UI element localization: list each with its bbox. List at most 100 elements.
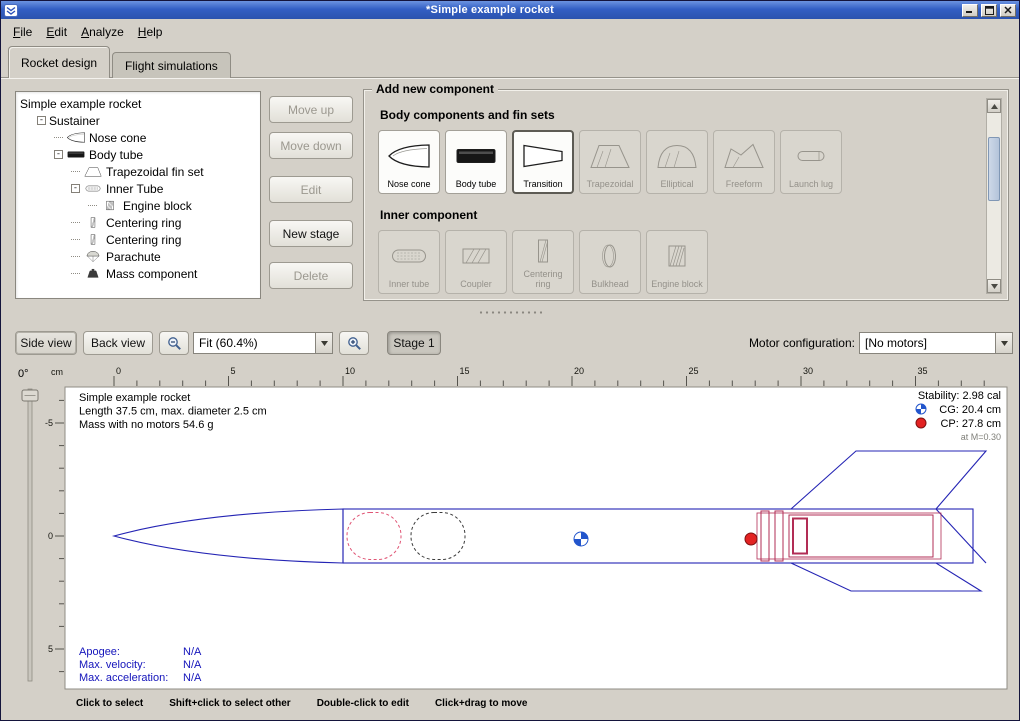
flight-stat-label: Max. acceleration: (79, 672, 168, 684)
add-centering-ring-button: Centering ring (512, 230, 574, 294)
horizontal-ruler: 05101520253035cm (51, 366, 984, 386)
zoom-out-button[interactable] (159, 331, 189, 355)
component-button-row: Nose cone Body tube TransitionTrapezoidal E… (378, 130, 994, 194)
engine-block-icon (654, 236, 700, 276)
menu-analyze[interactable]: Analyze (74, 22, 131, 42)
parachute-icon (83, 250, 103, 263)
tree-item-body-tube[interactable]: - Body tube (16, 146, 260, 163)
tree-item-parachute[interactable]: Parachute (16, 248, 260, 265)
trapezoidal-fin-icon (587, 136, 633, 176)
centering-ring-icon (520, 236, 566, 266)
splitter-handle[interactable] (1, 308, 1019, 316)
rocket-drawing-area[interactable] (65, 387, 1007, 689)
zoom-select[interactable]: Fit (60.4%) (193, 332, 333, 354)
add-body-tube-button[interactable]: Body tube (445, 130, 507, 194)
rocket-info-line-0: Simple example rocket (79, 392, 190, 404)
elliptical-fin-icon (654, 136, 700, 176)
back-view-button[interactable]: Back view (83, 331, 153, 355)
mach-text: at M=0.30 (961, 432, 1001, 442)
tree-item-label: Body tube (89, 148, 143, 162)
coupler-icon (453, 236, 499, 276)
cg-marker[interactable] (574, 532, 588, 546)
flight-stat-value: N/A (183, 672, 202, 684)
rocket-info-line-1: Length 37.5 cm, max. diameter 2.5 cm (79, 406, 267, 418)
tab-bar: Rocket designFlight simulations (8, 46, 233, 78)
side-view-button[interactable]: Side view (15, 331, 77, 355)
tree-item-label: Engine block (123, 199, 192, 213)
section-label-inner-component: Inner component (380, 208, 992, 222)
add-bulkhead-button: Bulkhead (579, 230, 641, 294)
add-nose-cone-button[interactable]: Nose cone (378, 130, 440, 194)
tree-item-centering-ring[interactable]: Centering ring (16, 214, 260, 231)
scrollbar[interactable] (986, 98, 1002, 294)
window-title: *Simple example rocket (21, 4, 959, 16)
tree-item-simple-example-rocket[interactable]: Simple example rocket (16, 95, 260, 112)
maximize-button[interactable] (981, 4, 997, 17)
tree-item-centering-ring[interactable]: Centering ring (16, 231, 260, 248)
scroll-down-icon[interactable] (987, 279, 1001, 293)
zoom-out-icon (160, 336, 188, 351)
rotation-slider[interactable] (22, 389, 38, 681)
status-hint: Click to select (76, 698, 143, 709)
tree-item-inner-tube[interactable]: -Inner Tube (16, 180, 260, 197)
expander-icon[interactable]: - (54, 150, 63, 159)
tree-item-engine-block[interactable]: Engine block (16, 197, 260, 214)
chevron-down-icon[interactable] (315, 332, 333, 354)
component-tree[interactable]: Simple example rocket-SustainerNose cone… (15, 91, 261, 299)
tab-rocket-design[interactable]: Rocket design (8, 46, 110, 78)
minimize-button[interactable] (962, 4, 978, 17)
motor-configuration-select[interactable]: [No motors] (859, 332, 1013, 354)
status-hint: Click+drag to move (435, 698, 528, 709)
component-label: Freeform (726, 179, 763, 189)
cg-legend-icon (916, 404, 926, 414)
chevron-down-icon[interactable] (995, 332, 1013, 354)
close-button[interactable] (1000, 4, 1016, 17)
add-coupler-button: Coupler (445, 230, 507, 294)
inner-tube-icon (386, 236, 432, 276)
motor-configuration-label: Motor configuration: (739, 336, 855, 350)
new-stage-button[interactable]: New stage (269, 220, 353, 247)
view-toolbar: Side view Back view Fit (60.4%) Stage 1 … (1, 331, 1019, 357)
component-label: Bulkhead (591, 279, 629, 289)
freeform-fin-icon (721, 136, 767, 176)
tree-item-nose-cone[interactable]: Nose cone (16, 129, 260, 146)
expander-icon[interactable]: - (37, 116, 46, 125)
tree-connector (71, 239, 80, 240)
component-label: Nose cone (387, 179, 430, 189)
expander-icon[interactable]: - (71, 184, 80, 193)
add-inner-tube-button: Inner tube (378, 230, 440, 294)
cp-marker[interactable] (745, 533, 757, 545)
tree-item-mass-component[interactable]: Mass component (16, 265, 260, 282)
tree-connector (71, 171, 80, 172)
zoom-in-button[interactable] (339, 331, 369, 355)
tab-flight-simulations[interactable]: Flight simulations (112, 52, 231, 78)
window-icon (4, 4, 18, 17)
tree-item-label: Centering ring (106, 233, 181, 247)
svg-text:35: 35 (918, 366, 928, 376)
ruler-unit: cm (51, 367, 63, 377)
menu-help[interactable]: Help (131, 22, 170, 42)
status-hint: Shift+click to select other (169, 698, 290, 709)
menu-edit[interactable]: Edit (39, 22, 74, 42)
add-component-panel: Add new component Body components and fi… (363, 89, 1009, 301)
stage-1-toggle[interactable]: Stage 1 (387, 331, 441, 355)
component-label: Centering ring (515, 269, 571, 289)
move-down-button: Move down (269, 132, 353, 159)
scroll-up-icon[interactable] (987, 99, 1001, 113)
rocket-view-canvas[interactable]: 05101520253035cm-5050°Simple example roc… (15, 363, 1009, 693)
menu-file[interactable]: File (6, 22, 39, 42)
zoom-in-icon (340, 336, 368, 351)
scrollbar-thumb[interactable] (988, 137, 1000, 201)
tree-item-sustainer[interactable]: -Sustainer (16, 112, 260, 129)
add-trapezoidal-button: Trapezoidal (579, 130, 641, 194)
tree-item-label: Simple example rocket (20, 97, 141, 111)
cp-legend-icon (916, 418, 926, 428)
component-label: Elliptical (660, 179, 693, 189)
flight-stat-label: Apogee: (79, 646, 120, 658)
splitter-dots (478, 310, 542, 315)
vertical-ruler: -505 (45, 400, 64, 671)
svg-text:5: 5 (48, 644, 53, 654)
add-transition-button[interactable]: Transition (512, 130, 574, 194)
tree-item-trapezoidal-fin-set[interactable]: Trapezoidal fin set (16, 163, 260, 180)
component-label: Body tube (456, 179, 497, 189)
